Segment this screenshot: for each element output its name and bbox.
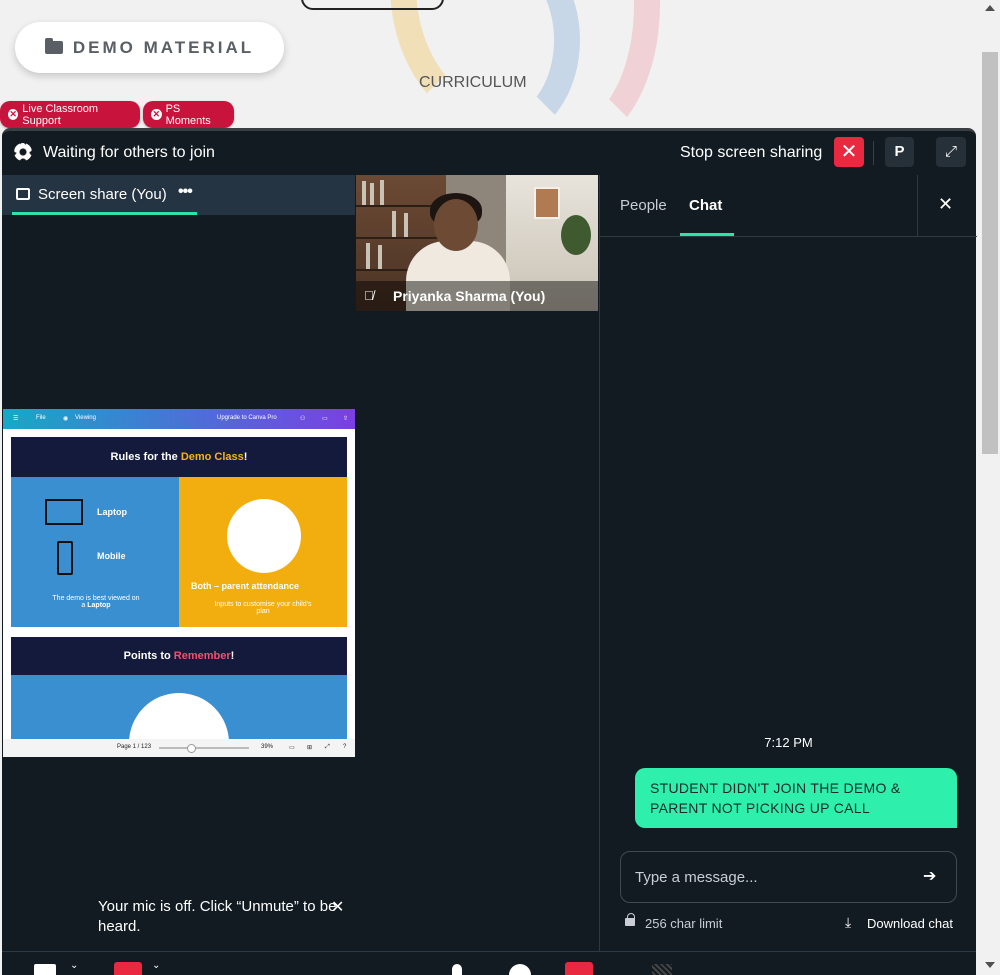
parent-panel: Both – parent attendance Inputs to custo… xyxy=(179,477,347,627)
more-icon[interactable] xyxy=(652,964,672,975)
download-chat-button[interactable]: Download chat xyxy=(867,916,953,931)
hand-icon[interactable] xyxy=(452,964,462,975)
fullscreen-icon[interactable]: ⤢ xyxy=(936,137,966,167)
close-icon[interactable]: ✕ xyxy=(938,194,953,215)
canva-toolbar: ☰ File ◉ Viewing Upgrade to Canva Pro ⚇ … xyxy=(3,409,355,429)
zoom-level: 39% xyxy=(261,744,274,750)
mic-off-button[interactable] xyxy=(114,962,142,975)
decorative-arc xyxy=(430,0,580,130)
divider xyxy=(873,141,874,165)
screen-share-tab[interactable]: Screen share (You) ••• xyxy=(2,175,355,215)
page-indicator: Page 1 / 123 xyxy=(117,744,152,750)
stop-sharing-label: Stop screen sharing xyxy=(680,144,823,161)
demo-material-button[interactable]: DEMO MATERIAL xyxy=(15,22,284,73)
zoom-slider[interactable] xyxy=(159,744,249,753)
laptop-icon xyxy=(45,499,83,525)
grid-icon[interactable]: ⊞ xyxy=(307,744,312,751)
live-classroom-support-chip[interactable]: ✕ Live Classroom Support xyxy=(0,101,140,128)
slide-page-1: Rules for the Demo Class! Laptop Mobile … xyxy=(11,437,347,627)
close-icon[interactable]: ✕ xyxy=(151,109,162,120)
stop-sharing-button[interactable]: ✕ xyxy=(834,137,864,167)
attendance-label: Both – parent attendance xyxy=(191,581,300,591)
parents-photo xyxy=(227,499,301,573)
meeting-status: Waiting for others to join xyxy=(43,144,215,161)
mic-off-icon: 🎙̸ xyxy=(364,288,374,303)
meeting-window: Waiting for others to join Stop screen s… xyxy=(2,128,977,975)
slide-title: Rules for the Demo Class! xyxy=(11,437,347,477)
viewing-mode[interactable]: Viewing xyxy=(75,415,96,421)
eye-icon: ◉ xyxy=(63,416,69,422)
participant-face xyxy=(434,199,478,251)
mic-off-toast: Your mic is off. Click “Unmute” to be he… xyxy=(98,898,337,935)
camera-icon[interactable] xyxy=(34,964,56,975)
shared-screen-preview: ☰ File ◉ Viewing Upgrade to Canva Pro ⚇ … xyxy=(3,409,355,757)
demo-material-label: DEMO MATERIAL xyxy=(72,37,255,57)
menu-icon[interactable]: ☰ xyxy=(13,415,18,422)
tab-chat[interactable]: Chat xyxy=(689,197,722,214)
divider xyxy=(917,175,918,237)
meeting-top-bar: Waiting for others to join Stop screen s… xyxy=(2,131,976,175)
close-icon[interactable]: ✕ xyxy=(8,109,19,120)
reaction-icon[interactable] xyxy=(509,964,531,975)
participant-name-bar: 🎙̸ Priyanka Sharma (You) xyxy=(356,281,598,311)
close-icon[interactable]: ✕ xyxy=(331,897,344,917)
download-icon[interactable]: ⤓ xyxy=(845,914,851,931)
profile-button[interactable]: P xyxy=(885,137,914,167)
mobile-label: Mobile xyxy=(97,551,126,561)
plant xyxy=(561,215,591,255)
slide-title: Points to Remember! xyxy=(11,637,347,675)
participant-video-tile[interactable]: 🎙̸ Priyanka Sharma (You) xyxy=(356,175,598,311)
mobile-icon xyxy=(57,541,73,575)
notes-icon[interactable]: ▭ xyxy=(289,744,295,751)
tab-people[interactable]: People xyxy=(620,197,667,214)
chevron-down-icon[interactable]: ⌄ xyxy=(70,960,78,971)
scroll-down-icon[interactable] xyxy=(985,962,995,968)
scrollbar-thumb[interactable] xyxy=(982,52,998,454)
share-screen-button[interactable] xyxy=(565,962,593,975)
participant-name: Priyanka Sharma (You) xyxy=(393,288,546,304)
tab-indicator xyxy=(12,212,197,215)
upload-icon[interactable]: ⇧ xyxy=(343,415,348,422)
chip-label: PS Moments xyxy=(165,102,211,127)
ps-moments-chip[interactable]: ✕ PS Moments xyxy=(143,101,234,128)
inputs-note: Inputs to customise your child's plan xyxy=(214,601,312,615)
more-options-icon[interactable]: ••• xyxy=(178,183,193,201)
tab-indicator xyxy=(680,233,734,236)
file-menu[interactable]: File xyxy=(36,415,46,421)
screen-share-icon xyxy=(16,188,30,200)
panel-header: People Chat ✕ xyxy=(600,175,977,237)
laptop-label: Laptop xyxy=(97,507,127,517)
chat-panel: People Chat ✕ 7:12 PM STUDENT DIDN'T JOI… xyxy=(599,175,977,951)
scroll-up-icon[interactable] xyxy=(985,5,995,11)
wall-picture xyxy=(534,187,560,219)
chip-label: Live Classroom Support xyxy=(22,102,99,127)
chat-message: STUDENT DIDN'T JOIN THE DEMO & PARENT NO… xyxy=(635,768,957,828)
upgrade-link[interactable]: Upgrade to Canva Pro xyxy=(217,415,277,421)
char-limit: 256 char limit xyxy=(645,916,723,931)
help-icon[interactable]: ? xyxy=(343,744,346,750)
message-timestamp: 7:12 PM xyxy=(764,735,813,750)
canva-footer: Page 1 / 123 39% ▭ ⊞ ⤢ ? xyxy=(3,739,355,757)
share-people-icon[interactable]: ⚇ xyxy=(300,415,305,422)
gear-icon[interactable] xyxy=(14,143,32,161)
expand-icon[interactable]: ⤢ xyxy=(325,744,330,751)
control-bar: ⌄ ⌄ xyxy=(2,951,976,975)
folder-icon xyxy=(44,38,63,54)
message-input-box[interactable]: ➔ xyxy=(620,851,957,903)
screen-share-label: Screen share (You) xyxy=(38,186,167,203)
message-input[interactable] xyxy=(635,866,915,888)
page-scrollbar[interactable] xyxy=(980,0,1000,975)
comment-icon[interactable]: ▭ xyxy=(322,415,328,422)
send-icon[interactable]: ➔ xyxy=(923,866,936,886)
top-outline-button[interactable] xyxy=(301,0,444,10)
laptop-note: The demo is best viewed on a Laptop xyxy=(52,595,140,609)
chevron-down-icon[interactable]: ⌄ xyxy=(152,960,160,971)
curriculum-label[interactable]: CURRICULUM xyxy=(419,74,527,92)
lock-icon xyxy=(625,913,635,926)
